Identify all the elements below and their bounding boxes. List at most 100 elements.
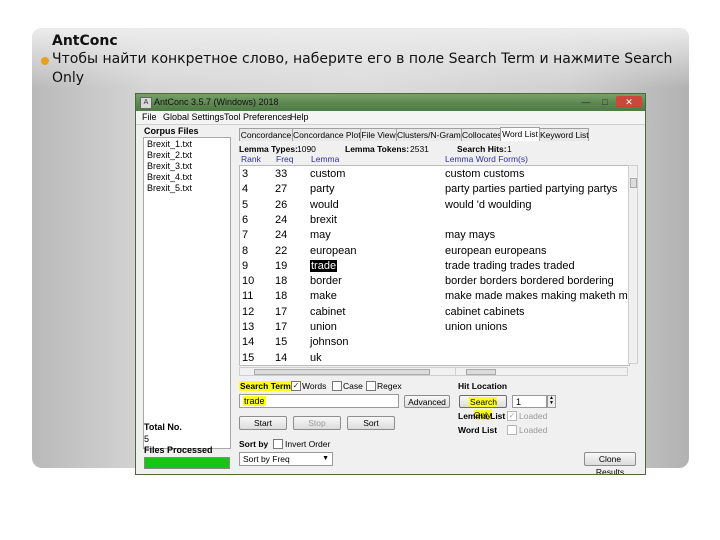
search-only-button[interactable]: Search Only	[459, 395, 507, 420]
results-horizontal-scrollbar-right[interactable]	[455, 367, 628, 376]
cell-forms: make made makes making maketh mak	[445, 290, 630, 303]
lemma-list-loaded-label: Loaded	[519, 411, 548, 421]
title-bar[interactable]: A AntConc 3.5.7 (Windows) 2018 — □ ✕	[136, 94, 645, 111]
tab-concordance-plot[interactable]: Concordance Plot	[292, 128, 361, 141]
cell-rank: 9	[242, 259, 249, 272]
case-checkbox[interactable]	[332, 381, 342, 391]
tab-collocates[interactable]: Collocates	[461, 128, 502, 141]
corpus-file-list[interactable]: Brexit_1.txt Brexit_2.txt Brexit_3.txt B…	[143, 137, 231, 449]
cell-rank: 4	[242, 183, 249, 196]
advanced-button[interactable]: Advanced	[404, 395, 450, 408]
search-term-input[interactable]: trade	[239, 394, 399, 408]
tab-word-list[interactable]: Word List	[500, 127, 540, 141]
total-no-value: 5	[144, 434, 150, 444]
progress-fill	[145, 458, 229, 468]
total-no-label: Total No.	[144, 422, 182, 432]
word-list-results[interactable]: 3 33 custom custom customs 4 27 party party par…	[239, 165, 630, 366]
hit-location-label: Hit Location	[458, 381, 508, 391]
minimize-icon[interactable]: —	[577, 96, 595, 108]
cell-freq: 33	[275, 168, 288, 180]
cell-freq: 19	[275, 259, 288, 272]
hit-location-input[interactable]: 1	[512, 395, 547, 408]
app-icon: A	[140, 97, 152, 109]
start-button[interactable]: Start	[239, 416, 287, 430]
cell-forms: may mays	[445, 229, 496, 242]
cell-freq: 24	[275, 213, 288, 226]
cell-lemma: union	[310, 321, 337, 333]
column-header-word-forms[interactable]: Lemma Word Form(s)	[445, 154, 528, 164]
corpus-file-item[interactable]: Brexit_4.txt	[147, 172, 192, 182]
cell-rank: 3	[242, 168, 249, 180]
tab-keyword-list[interactable]: Keyword List	[539, 128, 589, 141]
cell-lemma: uk	[310, 351, 322, 364]
table-row[interactable]: 8 22 european european europeans	[240, 245, 629, 260]
menu-file[interactable]: File	[142, 112, 157, 122]
cell-lemma: would	[310, 198, 339, 211]
sort-button[interactable]: Sort	[347, 416, 395, 430]
corpus-file-item[interactable]: Brexit_1.txt	[147, 139, 192, 149]
scroll-thumb[interactable]	[254, 369, 430, 375]
sort-by-select[interactable]: Sort by Freq ▼	[239, 452, 333, 466]
cell-rank: 15	[242, 351, 255, 364]
lemma-list-loaded-checkbox[interactable]: ✓	[507, 411, 517, 421]
slide-bullet-text-content: Чтобы найти конкретное слово, наберите е…	[52, 51, 673, 86]
corpus-file-item[interactable]: Brexit_3.txt	[147, 161, 192, 171]
maximize-icon[interactable]: □	[596, 96, 614, 108]
corpus-panel: Corpus Files Brexit_1.txt Brexit_2.txt B…	[141, 124, 231, 474]
scroll-thumb[interactable]	[630, 178, 637, 188]
slide-title: AntConc	[52, 33, 118, 49]
corpus-file-item[interactable]: Brexit_5.txt	[147, 183, 192, 193]
tab-clusters-ngrams[interactable]: Clusters/N-Grams	[396, 128, 465, 141]
cell-forms: would 'd woulding	[445, 198, 532, 211]
table-row[interactable]: 9 19 trade trade trading trades traded	[240, 259, 629, 275]
regex-checkbox[interactable]	[366, 381, 376, 391]
case-label: Case	[343, 381, 363, 391]
clone-results-button[interactable]: Clone Results	[584, 452, 636, 474]
table-row[interactable]: 3 33 custom custom customs	[240, 168, 629, 183]
scroll-thumb[interactable]	[466, 369, 496, 375]
menu-bar: File Global Settings Tool Preferences He…	[136, 111, 645, 125]
table-row[interactable]: 5 26 would would 'd woulding	[240, 199, 629, 214]
table-row[interactable]: 4 27 party party parties partied partying p…	[240, 183, 629, 198]
words-checkbox[interactable]: ✓	[291, 381, 301, 391]
cell-lemma: european	[310, 244, 357, 257]
table-row[interactable]: 15 14 uk	[240, 351, 629, 365]
cell-forms: border borders bordered bordering	[445, 275, 614, 288]
corpus-file-item[interactable]: Brexit_2.txt	[147, 150, 192, 160]
window-title: AntConc 3.5.7 (Windows) 2018	[154, 97, 279, 107]
tab-concordance[interactable]: Concordance	[239, 128, 293, 141]
results-vertical-scrollbar[interactable]	[628, 165, 638, 364]
word-list-label: Word List	[458, 425, 498, 435]
word-list-loaded-checkbox[interactable]	[507, 425, 517, 435]
cell-rank: 14	[242, 336, 255, 349]
bullet-icon	[41, 57, 49, 65]
invert-order-checkbox[interactable]	[273, 439, 283, 449]
table-row[interactable]: 11 18 make make made makes making maketh ma…	[240, 290, 629, 305]
cell-freq: 22	[275, 244, 288, 257]
tab-file-view[interactable]: File View	[360, 128, 397, 141]
table-row[interactable]: 12 17 cabinet cabinet cabinets	[240, 306, 629, 321]
invert-order-label: Invert Order	[285, 439, 331, 449]
menu-help[interactable]: Help	[290, 112, 309, 122]
menu-tool-preferences[interactable]: Tool Preferences	[224, 112, 292, 122]
table-row[interactable]: 6 24 brexit	[240, 214, 629, 229]
table-row[interactable]: 7 24 may may mays	[240, 229, 629, 244]
column-header-lemma[interactable]: Lemma	[311, 154, 339, 164]
search-hits-label: Search Hits:	[457, 144, 507, 154]
column-header-rank[interactable]: Rank	[241, 154, 261, 164]
close-icon[interactable]: ✕	[616, 96, 642, 108]
hit-location-spinner[interactable]: ▲ ▼	[547, 395, 556, 408]
table-row[interactable]: 13 17 union union unions	[240, 321, 629, 336]
files-processed-progress	[144, 457, 230, 469]
words-label: Words	[302, 381, 327, 391]
table-row[interactable]: 10 18 border border borders bordered border…	[240, 275, 629, 290]
table-row[interactable]: 14 15 johnson	[240, 336, 629, 351]
menu-global-settings[interactable]: Global Settings	[163, 112, 224, 122]
column-header-freq[interactable]: Freq	[276, 154, 293, 164]
cell-forms: trade trading trades traded	[445, 259, 575, 272]
sort-by-value: Sort by Freq	[243, 454, 290, 464]
cell-forms: party parties partied partying partys	[445, 183, 618, 196]
cell-forms: cabinet cabinets	[445, 305, 525, 318]
stop-button[interactable]: Stop	[293, 416, 341, 430]
files-processed-label: Files Processed	[144, 445, 213, 455]
